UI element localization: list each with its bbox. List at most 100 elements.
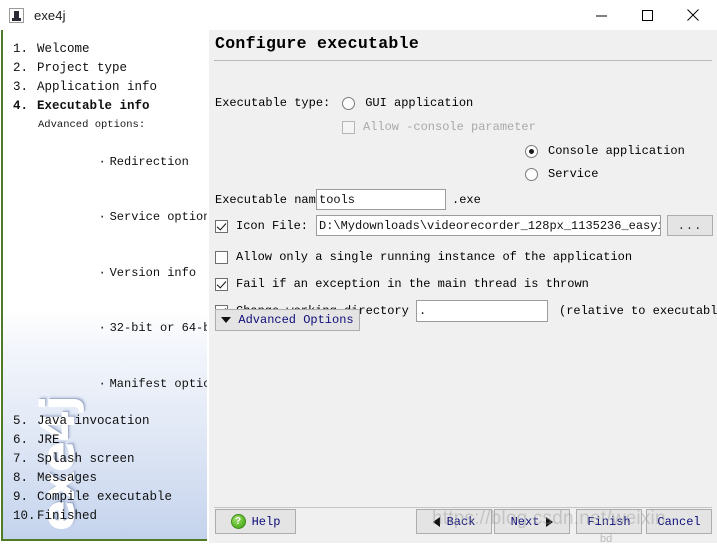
sidebar-item-project-type[interactable]: 2. Project type	[13, 59, 207, 78]
executable-name-row: Executable name:	[215, 193, 330, 207]
title-divider	[214, 60, 712, 61]
fail-on-exception-label: Fail if an exception in the main thread …	[236, 277, 589, 291]
maximize-button[interactable]	[624, 0, 670, 30]
back-button[interactable]: Back	[416, 509, 492, 534]
sidebar-subitem-version-info[interactable]: · Version info	[13, 245, 207, 301]
icon-file-browse-button[interactable]: ...	[667, 215, 713, 236]
executable-name-value: tools	[319, 192, 356, 207]
page-title: Configure executable	[215, 34, 420, 53]
radio-console-application[interactable]	[525, 144, 538, 158]
chevron-down-icon	[221, 317, 232, 323]
executable-name-suffix: .exe	[452, 193, 481, 207]
sidebar-subitem-redirection[interactable]: · Redirection	[13, 134, 207, 190]
step-number: 1.	[13, 42, 29, 56]
executable-name-input[interactable]: tools	[316, 189, 446, 210]
step-label: Welcome	[37, 42, 90, 56]
sidebar-item-welcome[interactable]: 1. Welcome	[13, 40, 207, 59]
finish-button[interactable]: Finish	[576, 509, 642, 534]
browse-button-label: ...	[677, 218, 703, 233]
allow-console-row: Allow -console parameter	[342, 120, 536, 134]
sidebar-item-finished[interactable]: 10. Finished	[13, 507, 207, 526]
arrow-right-icon	[546, 516, 554, 527]
subitem-label: Version info	[109, 265, 197, 280]
minimize-button[interactable]	[578, 0, 624, 30]
step-label: Executable info	[37, 99, 150, 113]
advanced-options-header: Advanced options:	[38, 119, 146, 131]
sidebar-item-splash-screen[interactable]: 7. Splash screen	[13, 450, 207, 469]
radio-gui-application[interactable]	[342, 96, 356, 110]
allow-console-parameter-label: Allow -console parameter	[363, 120, 536, 134]
executable-name-label: Executable name:	[215, 193, 331, 207]
working-directory-input[interactable]: .	[416, 300, 548, 322]
subitem-label: Service options	[109, 210, 207, 224]
finish-button-label: Finish	[587, 514, 631, 529]
bullet-icon: ·	[98, 265, 106, 280]
icon-file-row: Icon File:	[215, 219, 308, 233]
checkbox-single-instance[interactable]	[215, 250, 228, 264]
bullet-icon: ·	[98, 154, 106, 169]
sidebar-item-java-invocation[interactable]: 5. Java invocation	[13, 412, 207, 431]
sidebar-subitem-bitness[interactable]: ·32-bit or 64-bit	[13, 301, 207, 357]
subitem-label: Redirection	[109, 154, 189, 169]
sidebar-item-messages[interactable]: 8. Messages	[13, 469, 207, 488]
cancel-button[interactable]: Cancel	[646, 509, 712, 534]
working-directory-note: (relative to executable)	[559, 304, 717, 318]
title-bar: exe4j	[0, 0, 717, 30]
advanced-options-button[interactable]: Advanced Options	[215, 309, 360, 331]
step-number: 6.	[13, 432, 29, 447]
executable-type-row-gui: Executable type: GUI application	[215, 96, 473, 110]
exe4j-window: exe4j 1. Welcome 2. Project type 3. Appl…	[0, 0, 717, 545]
checkbox-icon-file[interactable]	[215, 219, 228, 233]
help-button[interactable]: ? Help	[215, 509, 296, 534]
step-label: Java invocation	[37, 413, 150, 428]
single-instance-row: Allow only a single running instance of …	[215, 250, 632, 264]
radio-console-application-label: Console application	[548, 144, 685, 158]
sidebar-item-jre[interactable]: 6. JRE	[13, 431, 207, 450]
bullet-icon: ·	[98, 376, 106, 391]
sidebar-item-compile-executable[interactable]: 9. Compile executable	[13, 488, 207, 507]
bullet-icon: ·	[98, 321, 106, 335]
checkbox-allow-console-parameter[interactable]	[342, 120, 355, 134]
icon-file-value: D:\Mydownloads\videorecorder_128px_11352…	[319, 218, 660, 233]
sidebar-item-application-info[interactable]: 3. Application info	[13, 78, 207, 97]
step-label: Compile executable	[37, 489, 173, 504]
step-number: 5.	[13, 413, 29, 428]
sidebar-subitem-service-options[interactable]: · Service options	[13, 190, 207, 246]
back-button-label: Back	[446, 514, 476, 529]
step-number: 2.	[13, 61, 29, 75]
subitem-label: 32-bit or 64-bit	[109, 321, 207, 335]
step-label: Project type	[37, 61, 128, 75]
step-number: 9.	[13, 489, 29, 504]
wizard-step-list: 1. Welcome 2. Project type 3. Applicatio…	[3, 30, 207, 526]
radio-service[interactable]	[525, 167, 538, 181]
step-label: Splash screen	[37, 451, 135, 466]
checkbox-fail-on-exception[interactable]	[215, 277, 228, 291]
wizard-sidebar: 1. Welcome 2. Project type 3. Applicatio…	[1, 30, 207, 541]
step-label: Messages	[37, 470, 98, 485]
working-directory-note-label: (relative to executable)	[559, 304, 717, 318]
cancel-button-label: Cancel	[657, 514, 701, 529]
main-panel: Configure executable Executable type: GU…	[209, 30, 717, 543]
step-number: 7.	[13, 451, 29, 466]
radio-gui-application-label: GUI application	[365, 96, 474, 110]
step-label: Application info	[37, 80, 158, 94]
next-button[interactable]: Next	[494, 509, 570, 534]
sidebar-subitem-manifest-options[interactable]: ·Manifest options	[13, 356, 207, 412]
step-label: Finished	[37, 508, 98, 523]
step-number: 10.	[13, 508, 36, 523]
executable-type-row-console: Console application	[525, 144, 685, 158]
executable-extension-label: .exe	[452, 193, 481, 207]
sidebar-item-executable-info[interactable]: 4. Executable info	[13, 97, 207, 116]
icon-file-input[interactable]: D:\Mydownloads\videorecorder_128px_11352…	[316, 215, 661, 236]
executable-type-row-service: Service	[525, 167, 598, 181]
single-instance-label: Allow only a single running instance of …	[236, 250, 633, 264]
step-number: 3.	[13, 80, 29, 94]
help-button-label: Help	[251, 514, 281, 529]
icon-file-label: Icon File:	[236, 219, 309, 233]
subitem-label: Manifest options	[109, 376, 207, 391]
close-button[interactable]	[670, 0, 716, 30]
footer-divider	[214, 507, 712, 508]
executable-type-label: Executable type:	[215, 96, 331, 110]
step-number: 4.	[13, 99, 29, 113]
working-directory-value: .	[419, 304, 427, 318]
